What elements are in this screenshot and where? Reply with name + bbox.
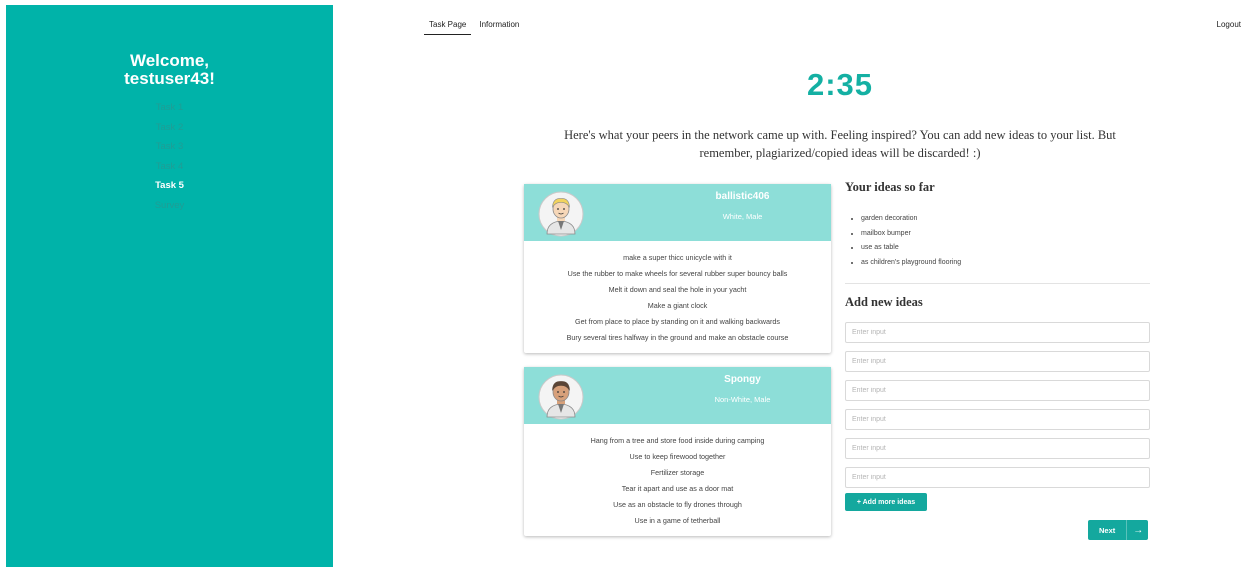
peer-card-header: ballistic406 White, Male (524, 184, 831, 241)
peer-ideas-list: make a super thicc unicycle with it Use … (524, 241, 831, 346)
peer-card: Spongy Non-White, Male Hang from a tree … (524, 367, 831, 536)
idea-input[interactable] (845, 467, 1150, 488)
list-item: Get from place to place by standing on i… (575, 317, 780, 326)
divider (845, 283, 1150, 284)
list-item: Use as an obstacle to fly drones through (613, 500, 742, 509)
next-button[interactable]: Next → (1088, 520, 1148, 540)
ideas-panel: Your ideas so far garden decoration mail… (845, 180, 1150, 496)
list-item: Tear it apart and use as a door mat (621, 484, 734, 493)
add-ideas-heading: Add new ideas (845, 295, 923, 309)
sidebar-item-task-5[interactable]: Task 5 (6, 176, 333, 196)
peer-demographic: Non-White, Male (714, 395, 771, 404)
list-item: use as table (861, 241, 1150, 256)
sidebar-item-survey[interactable]: Survey (6, 196, 333, 216)
top-nav: Task Page Information (424, 18, 524, 35)
peer-card-header: Spongy Non-White, Male (524, 367, 831, 424)
arrow-right-icon: → (1133, 524, 1144, 536)
intro-text: Here's what your peers in the network ca… (564, 128, 1116, 160)
peer-avatar-icon (538, 191, 584, 237)
list-item: Melt it down and seal the hole in your y… (608, 285, 747, 294)
my-ideas-list: garden decoration mailbox bumper use as … (845, 212, 1150, 270)
list-item: Fertilizer storage (650, 468, 705, 477)
idea-input[interactable] (845, 438, 1150, 459)
peer-avatar-icon (538, 374, 584, 420)
sidebar-item-task-3[interactable]: Task 3 (6, 137, 333, 157)
peer-ideas-list: Hang from a tree and store food inside d… (524, 424, 831, 529)
sidebar-item-task-2[interactable]: Task 2 (6, 118, 333, 138)
list-item: as children's playground flooring (861, 256, 1150, 271)
peer-demographic: White, Male (722, 212, 763, 221)
idea-inputs (845, 322, 1150, 488)
tab-task-page[interactable]: Task Page (424, 18, 472, 35)
add-more-ideas-button[interactable]: + Add more ideas (845, 493, 927, 511)
list-item: mailbox bumper (861, 227, 1150, 242)
idea-input[interactable] (845, 409, 1150, 430)
list-item: Make a giant clock (647, 301, 708, 310)
tab-information[interactable]: Information (474, 18, 524, 35)
idea-input[interactable] (845, 351, 1150, 372)
idea-input[interactable] (845, 380, 1150, 401)
button-divider (1126, 520, 1128, 540)
logout-link[interactable]: Logout (1217, 20, 1241, 29)
list-item: Use in a game of tetherball (634, 516, 721, 525)
list-item: Bury several tires halfway in the ground… (566, 333, 789, 342)
countdown-timer: 2:35 (806, 67, 874, 102)
task-list: Task 1 Task 2 Task 3 Task 4 Task 5 Surve… (6, 98, 333, 216)
list-item: Use the rubber to make wheels for severa… (567, 269, 788, 278)
peer-card: ballistic406 White, Male make a super th… (524, 184, 831, 353)
list-item: garden decoration (861, 212, 1150, 227)
next-button-label: Next (1099, 525, 1116, 535)
your-ideas-heading: Your ideas so far (845, 180, 935, 194)
list-item: make a super thicc unicycle with it (623, 253, 732, 262)
list-item: Hang from a tree and store food inside d… (590, 436, 765, 445)
peer-name: ballistic406 (715, 191, 770, 202)
sidebar-item-task-4[interactable]: Task 4 (6, 157, 333, 177)
list-item: Use to keep firewood together (629, 452, 726, 461)
peer-name: Spongy (724, 374, 761, 385)
idea-input[interactable] (845, 322, 1150, 343)
